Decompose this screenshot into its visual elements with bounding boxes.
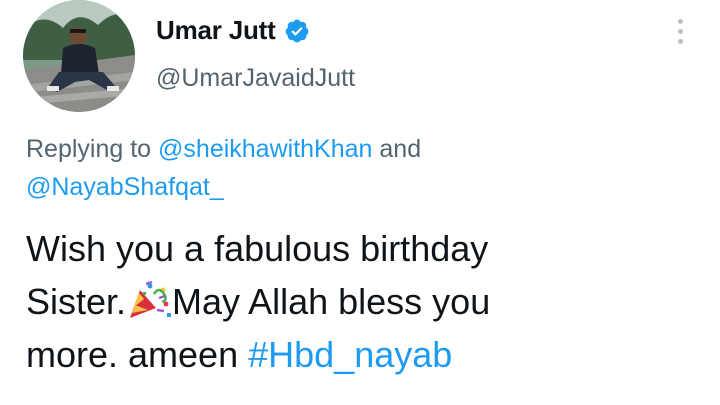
replying-to-line: Replying to @sheikhawithKhan and @NayabS… [26,130,646,206]
more-options-icon[interactable] [674,19,686,49]
party-popper-icon [126,280,172,320]
verified-badge-icon [284,18,310,44]
tweet-line: May Allah bless you [172,281,491,322]
author-name-row[interactable]: Umar Jutt [156,15,310,46]
replying-joiner: and [372,135,422,163]
mention-link[interactable]: @NayabShafqat_ [26,173,224,201]
dot [677,29,683,34]
dot [677,19,683,24]
tweet-line: Sister. [26,281,127,322]
tweet-text: Wish you a fabulous birthday Sister. May… [26,222,706,381]
dot [677,39,683,44]
tweet-line: Wish you a fabulous birthday [26,228,489,269]
replying-prefix: Replying to [26,135,159,163]
tweet-line: more. ameen [26,334,249,375]
profile-photo [23,0,135,112]
author-handle[interactable]: @UmarJavaidJutt [156,64,355,93]
hashtag-link[interactable]: #Hbd_nayab [248,334,452,375]
avatar[interactable] [23,0,135,112]
display-name[interactable]: Umar Jutt [156,15,276,46]
mention-link[interactable]: @sheikhawithKhan [158,135,372,163]
